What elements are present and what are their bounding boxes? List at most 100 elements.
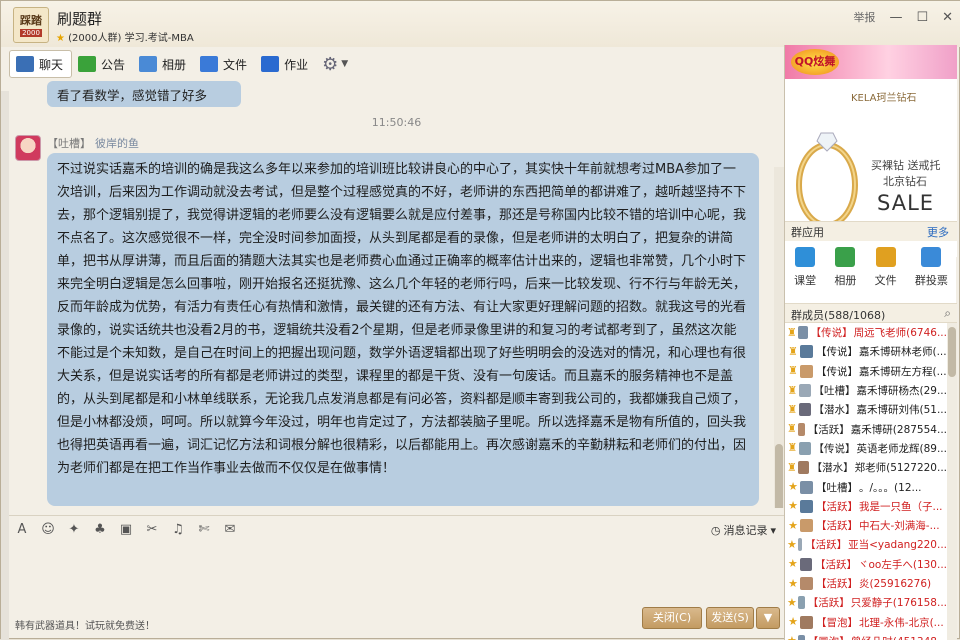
members-header: 群成员(588/1068) ⌕ [785,303,957,323]
level-star-icon: ★ [788,518,798,532]
member-role: 【活跃】 [807,597,850,610]
member-item[interactable]: ♜ 【传说】 嘉禾博研林老师(... [785,342,947,361]
jewelry-ad-line1: 买裸钻 送戒托 [871,159,941,172]
group-avatar-text: 踩踏 [20,13,42,27]
member-item[interactable]: ♜ 【活跃】 嘉禾博研(287554... [785,419,947,438]
member-name: 只爱静子(176158... [850,597,947,610]
member-list: ♜ 【传说】 周远飞老师(6746... ♜ 【传说】 嘉禾博研林老师(... ♜ 【传说】嘉… [785,323,947,640]
window-controls: 举报 — ☐ ✕ [853,9,953,25]
member-name: 曾经几时(451348... [851,634,947,640]
report-button[interactable]: 举报 [853,9,875,25]
member-avatar [800,615,813,629]
sender-avatar[interactable] [15,135,41,161]
tab-files[interactable]: 文件 [194,50,255,78]
member-avatar [800,345,813,359]
member-name: 。/。。。(12... [859,481,922,494]
close-button[interactable]: 关闭(C) [642,607,702,629]
music-icon[interactable]: ♫ [170,522,186,538]
app-vote[interactable]: 群投票 [915,247,948,297]
tab-label: 相册 [162,57,187,72]
image-icon[interactable]: ▣ [118,522,134,538]
screenshot-icon[interactable]: ✂ [144,522,160,538]
level-star-icon: ★ [787,537,797,551]
font-icon[interactable]: A [14,522,30,538]
member-list-scrollbar[interactable] [947,323,957,640]
minimize-button[interactable]: — [889,10,902,25]
sender-nickname[interactable]: 彼岸的鱼 [95,137,139,150]
jewelry-ad-brand: KELA珂兰钻石 [851,93,917,104]
member-role: 【活跃】 [805,539,848,552]
app-label: 群投票 [914,274,948,287]
member-item[interactable]: ★ 【活跃】 炎(25916276) [785,574,947,593]
input-toolbar: A ☺ ✦ ♣ ▣ ✂ ♫ ✄ ✉ ◷ 消息记录 ▾ [9,515,784,543]
tab-album[interactable]: 相册 [133,50,194,78]
tab-label: 公告 [101,57,126,72]
member-avatar [797,326,808,340]
message-history-button[interactable]: ◷ 消息记录 ▾ [711,522,776,538]
ring-image [796,132,858,228]
member-item[interactable]: ♜ 【潜水】 嘉禾博研刘伟(51... [785,400,947,419]
member-item[interactable]: ★ 【活跃】 ヾoo左手へ(130... [785,555,947,574]
group-name[interactable]: 刷题群 [57,8,102,29]
member-avatar [797,634,805,640]
member-item[interactable]: ♜ 【传说】 周远飞老师(6746... [785,323,947,342]
scissors-icon[interactable]: ✄ [196,522,212,538]
tab-chat[interactable]: 聊天 [9,50,73,78]
level-star-icon: ★ [788,499,798,513]
member-item[interactable]: ★ 【活跃】 我是一只鱼（子... [785,497,947,516]
group-toolbar: 聊天 公告 相册 文件 作业 ⚙ ▼ [9,49,356,79]
chat-scrollbar-thumb[interactable] [775,444,783,508]
admin-icon: ♜ [787,460,797,474]
member-avatar [800,499,813,513]
maximize-button[interactable]: ☐ [916,10,928,25]
app-classroom[interactable]: 课堂 [794,247,816,297]
tab-homework[interactable]: 作业 [255,50,316,78]
chat-scrollbar[interactable] [774,167,784,508]
member-item[interactable]: ♜ 【潜水】 郑老师(5127220... [785,458,947,477]
member-item[interactable]: ♜ 【传说】 英语老师龙辉(89... [785,439,947,458]
member-item[interactable]: ★ 【吐槽】 。/。。。(12... [785,477,947,496]
folder-icon [200,56,219,72]
member-item[interactable]: ★ 【活跃】 亚当<yadang220... [785,535,947,554]
message-input[interactable] [9,543,784,603]
member-role: 【活跃】 [807,423,850,436]
member-name: 嘉禾博研林老师(... [859,346,947,359]
left-border [1,91,9,640]
member-avatar [800,577,813,590]
app-files[interactable]: 文件 [875,247,897,297]
member-role: 【冒泡】 [808,634,850,640]
sender-line: 【吐槽】 彼岸的鱼 [47,135,139,151]
send-button[interactable]: 发送(S) [706,607,754,629]
member-role: 【活跃】 [816,520,858,533]
group-meta: ★ (2000人群) 学习.考试-MBA [56,29,194,44]
admin-icon: ♜ [787,383,798,397]
member-name: 北理-永伟-北京(... [859,616,944,629]
member-item[interactable]: ★ 【活跃】 只爱静子(176158... [785,593,947,612]
magic-icon[interactable]: ✦ [66,522,82,538]
game-icon[interactable]: ♣ [92,522,108,538]
member-item[interactable]: ★ 【冒泡】 北理-永伟-北京(... [785,612,947,631]
group-apps-more-link[interactable]: 更多 [927,224,949,240]
group-avatar[interactable]: 踩踏 2000 [13,7,49,43]
settings-button[interactable]: ⚙ ▼ [316,50,356,78]
promo-link[interactable]: 韩有武器道具！试玩就免费送！ [15,617,155,632]
member-name: 英语老师龙辉(89... [856,442,947,455]
member-name: 周远飞老师(6746... [853,327,947,340]
member-role: 【传说】 [816,346,858,359]
photo-icon [139,56,158,72]
chat-window: 踩踏 2000 刷题群 ★ (2000人群) 学习.考试-MBA 举报 — ☐ … [0,0,960,640]
tab-notice[interactable]: 公告 [72,50,133,78]
send-options-button[interactable]: ▼ [756,607,780,629]
emoji-icon[interactable]: ☺ [40,522,56,538]
member-item[interactable]: ♜ 【传说】 嘉禾博研左方程(... [785,362,947,381]
member-list-scrollbar-thumb[interactable] [948,327,956,377]
close-window-button[interactable]: ✕ [942,10,953,25]
search-icon[interactable]: ⌕ [944,306,951,321]
red-packet-icon[interactable]: ✉ [222,522,238,538]
app-album[interactable]: 相册 [834,247,856,297]
member-role: 【冒泡】 [816,616,858,629]
member-item[interactable]: ★ 【活跃】 中石大-刘满海-... [785,516,947,535]
member-item[interactable]: ♜ 【吐槽】 嘉禾博研杨杰(29... [785,381,947,400]
chat-history[interactable]: 看了看数学，感觉错了好多 11:50:46 【吐槽】 彼岸的鱼 不过说实话嘉禾的培… [9,81,784,508]
game-ad-banner[interactable]: QQ炫舞 [785,45,957,79]
